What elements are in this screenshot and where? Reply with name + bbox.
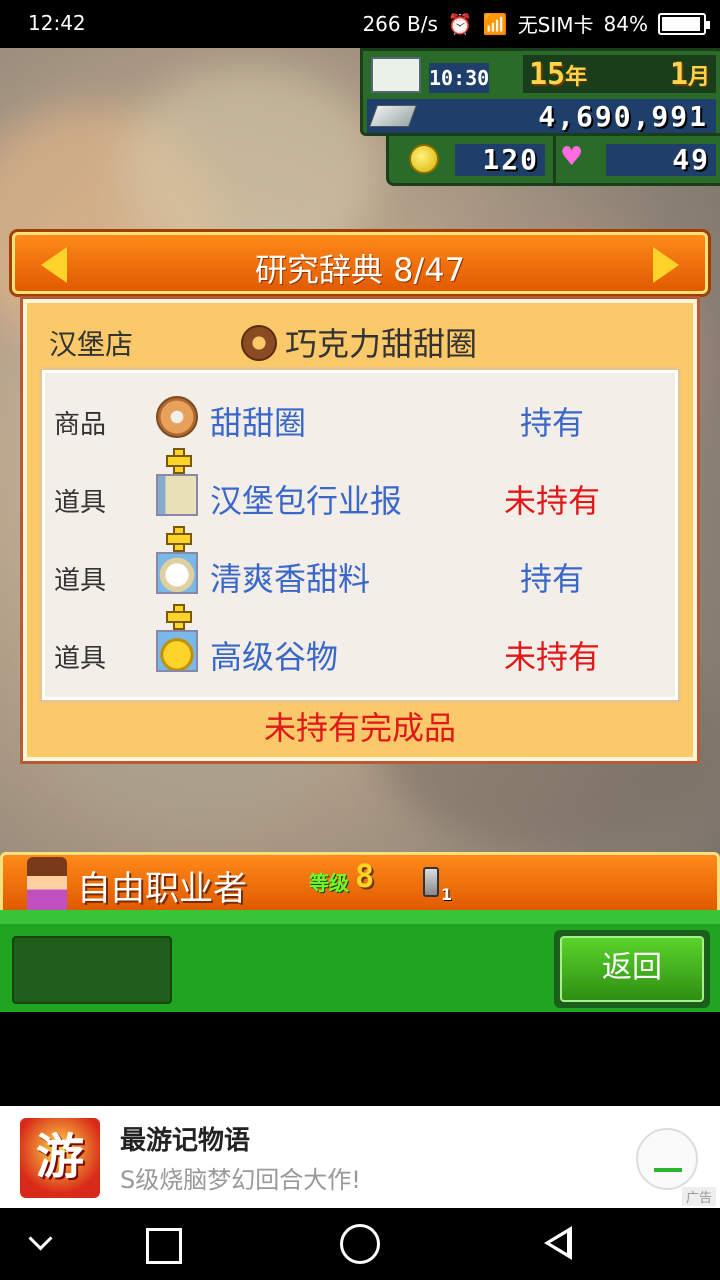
row-name: 高级谷物 [210, 638, 339, 676]
recipe-panel-inner: 汉堡店 巧克力甜甜圈 商品 甜甜圈 持有 道具 汉堡包行业报 未持有 道具 清爽… [27, 303, 693, 757]
plus-icon [166, 526, 192, 552]
collapse-chevron-icon[interactable] [24, 1224, 64, 1264]
row-type: 道具 [54, 566, 107, 596]
row-name: 清爽香甜料 [210, 560, 371, 598]
back-button-label: 返回 [560, 936, 704, 1002]
row-status: 持有 [519, 404, 584, 442]
status-time: 12:42 [28, 11, 86, 35]
level-value: 8 [355, 857, 375, 895]
heart-icon: ♥ [560, 142, 584, 172]
money-icon [368, 105, 418, 127]
sweetener-icon [156, 552, 198, 594]
battery-icon [658, 12, 710, 35]
row-type: 道具 [54, 488, 107, 518]
home-icon[interactable] [340, 1224, 380, 1264]
recipe-panel: 汉堡店 巧克力甜甜圈 商品 甜甜圈 持有 道具 汉堡包行业报 未持有 道具 清爽… [20, 296, 700, 764]
hud-panel: 10:30 15年 1月 4,690,991 120 ♥ 49 [360, 48, 720, 188]
recipe-row-item: 道具 清爽香甜料 持有 [42, 546, 678, 606]
recipe-row-item: 道具 高级谷物 未持有 [42, 624, 678, 684]
money-display: 4,690,991 [367, 99, 716, 133]
level-label: 等级 [309, 871, 349, 895]
recent-apps-icon[interactable] [142, 1224, 182, 1264]
recipe-list: 商品 甜甜圈 持有 道具 汉堡包行业报 未持有 道具 清爽香甜料 持有 道具 高… [39, 367, 681, 703]
alarm-clock-icon: ⏰ [447, 11, 473, 36]
battery-percent: 84% [603, 11, 648, 36]
ad-subtitle: S级烧脑梦幻回合大作! [120, 1166, 361, 1194]
row-type: 商品 [54, 410, 107, 440]
row-name: 甜甜圈 [210, 404, 307, 442]
menu-top-strip [0, 910, 720, 924]
recipe-row-item: 道具 汉堡包行业报 未持有 [42, 468, 678, 528]
grain-sack-icon [156, 630, 198, 672]
product-name: 巧克力甜甜圈 [285, 325, 478, 363]
character-bar: 自由职业者 等级 8 1 [0, 852, 720, 911]
next-page-arrow-icon[interactable] [653, 247, 679, 283]
coin-value: 120 [455, 144, 545, 176]
ad-tag: 广告 [681, 1187, 716, 1206]
newspaper-icon [156, 474, 198, 516]
dictionary-title: 研究辞典 8/47 [254, 251, 466, 289]
heart-value: 49 [606, 144, 716, 176]
battery-item-icon [423, 867, 439, 897]
plus-icon [166, 448, 192, 474]
year-unit: 年 [565, 64, 588, 90]
ad-title: 最游记物语 [120, 1126, 251, 1156]
year-value: 15 [529, 56, 566, 92]
hud-bottom: 120 ♥ 49 [386, 136, 720, 186]
coin-icon [409, 144, 439, 174]
chocolate-donut-icon [241, 325, 277, 361]
row-status: 未持有 [503, 638, 600, 676]
coin-display: 120 [389, 136, 553, 183]
row-name: 汉堡包行业报 [210, 482, 403, 520]
hud-top: 10:30 15年 1月 4,690,991 [360, 48, 720, 136]
sim-status: 无SIM卡 [517, 13, 594, 37]
month-value: 1 [669, 56, 688, 92]
month-unit: 月 [687, 64, 710, 90]
black-gap [0, 1012, 720, 1058]
status-bar: 12:42 266 B/s ⏰ 📶 无SIM卡 84% [0, 0, 720, 48]
battery-item-count: 1 [441, 885, 453, 904]
ad-banner[interactable]: 游 最游记物语 S级烧脑梦幻回合大作! 广告 [0, 1106, 720, 1208]
money-value: 4,690,991 [538, 99, 708, 133]
net-speed: 266 B/s [362, 11, 438, 36]
row-type: 道具 [54, 644, 107, 674]
character-avatar[interactable] [27, 857, 67, 911]
row-status: 持有 [519, 560, 584, 598]
navigation-bar [0, 1208, 720, 1280]
back-triangle-icon[interactable] [540, 1224, 580, 1264]
job-title: 自由职业者 [77, 869, 247, 909]
wifi-icon: 📶 [482, 11, 508, 36]
heart-display: ♥ 49 [553, 136, 720, 183]
status-right: 266 B/s ⏰ 📶 无SIM卡 84% [362, 9, 710, 38]
clock-time: 10:30 [429, 63, 489, 93]
row-status: 未持有 [503, 482, 600, 520]
empty-slot [12, 936, 172, 1004]
date-display: 15年 1月 [523, 55, 716, 93]
completion-status: 未持有完成品 [263, 709, 456, 747]
plus-icon [166, 604, 192, 630]
game-screen[interactable]: 10:30 15年 1月 4,690,991 120 ♥ 49 研究辞典 8/4… [0, 48, 720, 1058]
dictionary-header: 研究辞典 8/47 [12, 232, 708, 294]
ad-app-icon[interactable]: 游 [20, 1118, 100, 1198]
donut-icon [156, 396, 198, 438]
recipe-row-product: 商品 甜甜圈 持有 [42, 390, 678, 450]
ad-download-button[interactable] [636, 1128, 698, 1190]
clock-icon [371, 57, 421, 93]
shop-name: 汉堡店 [49, 328, 134, 361]
back-button[interactable]: 返回 [554, 930, 710, 1008]
